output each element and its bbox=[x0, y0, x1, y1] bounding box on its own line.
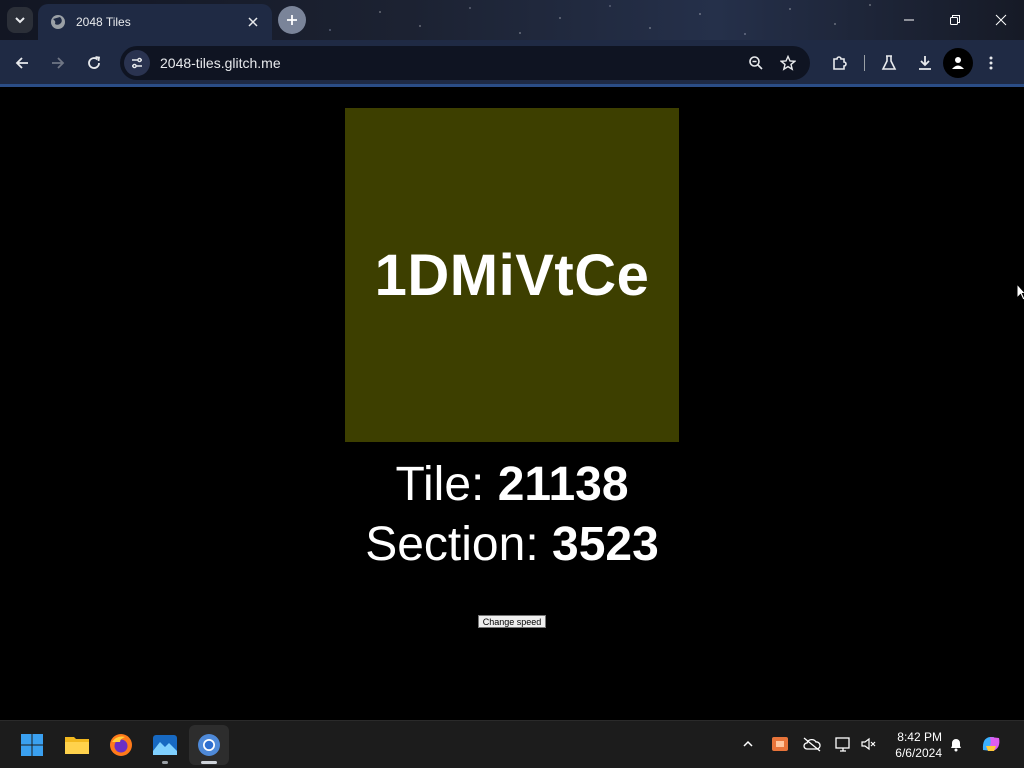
minimize-icon bbox=[904, 19, 914, 21]
zoom-icon bbox=[749, 56, 763, 70]
file-explorer-icon bbox=[65, 737, 89, 754]
tune-icon bbox=[132, 57, 142, 69]
address-bar[interactable]: 2048-tiles.glitch.me bbox=[120, 46, 810, 80]
file-explorer-button[interactable] bbox=[57, 725, 97, 765]
new-tab-button[interactable] bbox=[278, 6, 306, 34]
flask-icon bbox=[881, 55, 897, 70]
notifications-button[interactable] bbox=[945, 733, 967, 755]
app-running-indicator bbox=[162, 761, 168, 764]
browser-toolbar: 2048-tiles.glitch.me bbox=[0, 40, 1024, 86]
tile-number: 21138 bbox=[497, 458, 629, 511]
section-number: 3523 bbox=[552, 518, 659, 571]
bell-icon bbox=[951, 739, 961, 752]
downloads-button[interactable] bbox=[907, 45, 943, 81]
app-tray-icon bbox=[772, 737, 788, 751]
puzzle-icon bbox=[833, 56, 847, 70]
arrow-right-icon bbox=[52, 57, 65, 69]
firefox-button[interactable] bbox=[101, 725, 141, 765]
menu-button[interactable] bbox=[973, 45, 1009, 81]
profile-button[interactable] bbox=[943, 48, 973, 78]
photos-button[interactable] bbox=[145, 725, 185, 765]
photos-icon bbox=[153, 735, 177, 755]
more-vert-icon bbox=[989, 56, 993, 70]
person-icon bbox=[952, 57, 964, 69]
tab-search-button[interactable] bbox=[7, 7, 33, 33]
tray-app-button[interactable] bbox=[769, 733, 791, 755]
plus-icon bbox=[287, 15, 297, 25]
start-icon bbox=[21, 734, 43, 756]
download-icon bbox=[919, 56, 931, 70]
app-active-indicator bbox=[201, 761, 217, 764]
restore-icon bbox=[950, 15, 960, 25]
cloud-offline-icon bbox=[803, 737, 821, 752]
game-tile: 1DMiVtCe bbox=[345, 108, 679, 442]
close-window-button[interactable] bbox=[978, 0, 1024, 40]
labs-button[interactable] bbox=[871, 45, 907, 81]
close-icon bbox=[995, 14, 1007, 26]
onedrive-button[interactable] bbox=[801, 733, 823, 755]
volume-button[interactable] bbox=[858, 733, 880, 755]
site-info-button[interactable] bbox=[124, 50, 150, 76]
reload-icon bbox=[88, 56, 101, 69]
web-page: 1DMiVtCe Tile: 21138 Section: 3523 Chang… bbox=[0, 87, 1024, 720]
copilot-icon bbox=[982, 737, 1000, 751]
clock-date: 6/6/2024 bbox=[895, 746, 942, 760]
browser-tab-strip: 2048 Tiles bbox=[0, 0, 1024, 40]
section-label: Section: bbox=[365, 518, 552, 571]
firefox-icon bbox=[110, 734, 132, 756]
chevron-down-icon bbox=[15, 17, 25, 24]
windows-taskbar: 8:42 PM 6/6/2024 bbox=[0, 720, 1024, 768]
minimize-button[interactable] bbox=[886, 0, 932, 40]
chrome-icon bbox=[198, 734, 220, 756]
extensions-button[interactable] bbox=[822, 45, 858, 81]
url-text[interactable]: 2048-tiles.glitch.me bbox=[160, 55, 740, 71]
taskbar-clock[interactable]: 8:42 PM 6/6/2024 bbox=[880, 729, 942, 761]
tab-title: 2048 Tiles bbox=[76, 15, 131, 29]
active-tab[interactable]: 2048 Tiles bbox=[38, 4, 272, 40]
show-hidden-icons-button[interactable] bbox=[737, 733, 759, 755]
restore-button[interactable] bbox=[932, 0, 978, 40]
start-button[interactable] bbox=[12, 725, 52, 765]
arrow-left-icon bbox=[15, 57, 28, 69]
globe-icon bbox=[51, 15, 65, 29]
toolbar-actions bbox=[822, 45, 1009, 81]
tab-close-icon[interactable] bbox=[244, 13, 262, 31]
window-controls bbox=[886, 0, 1024, 40]
star-icon bbox=[780, 55, 796, 71]
back-button[interactable] bbox=[4, 45, 40, 81]
toolbar-separator bbox=[864, 55, 865, 71]
tile-code: 1DMiVtCe bbox=[374, 242, 650, 308]
volume-muted-icon bbox=[861, 737, 876, 751]
section-line: Section: 3523 bbox=[0, 517, 1024, 572]
change-speed-button[interactable]: Change speed bbox=[478, 615, 546, 628]
mouse-cursor-icon bbox=[1016, 283, 1024, 301]
tile-line: Tile: 21138 bbox=[0, 457, 1024, 512]
bookmark-button[interactable] bbox=[772, 47, 804, 79]
reload-button[interactable] bbox=[76, 45, 112, 81]
copilot-button[interactable] bbox=[980, 733, 1002, 755]
network-button[interactable] bbox=[833, 733, 855, 755]
chevron-up-icon bbox=[743, 740, 753, 747]
forward-button[interactable] bbox=[40, 45, 76, 81]
clock-time: 8:42 PM bbox=[897, 730, 942, 744]
chrome-button[interactable] bbox=[189, 725, 229, 765]
zoom-button[interactable] bbox=[740, 47, 772, 79]
network-icon bbox=[835, 737, 850, 752]
tile-label: Tile: bbox=[395, 458, 498, 511]
